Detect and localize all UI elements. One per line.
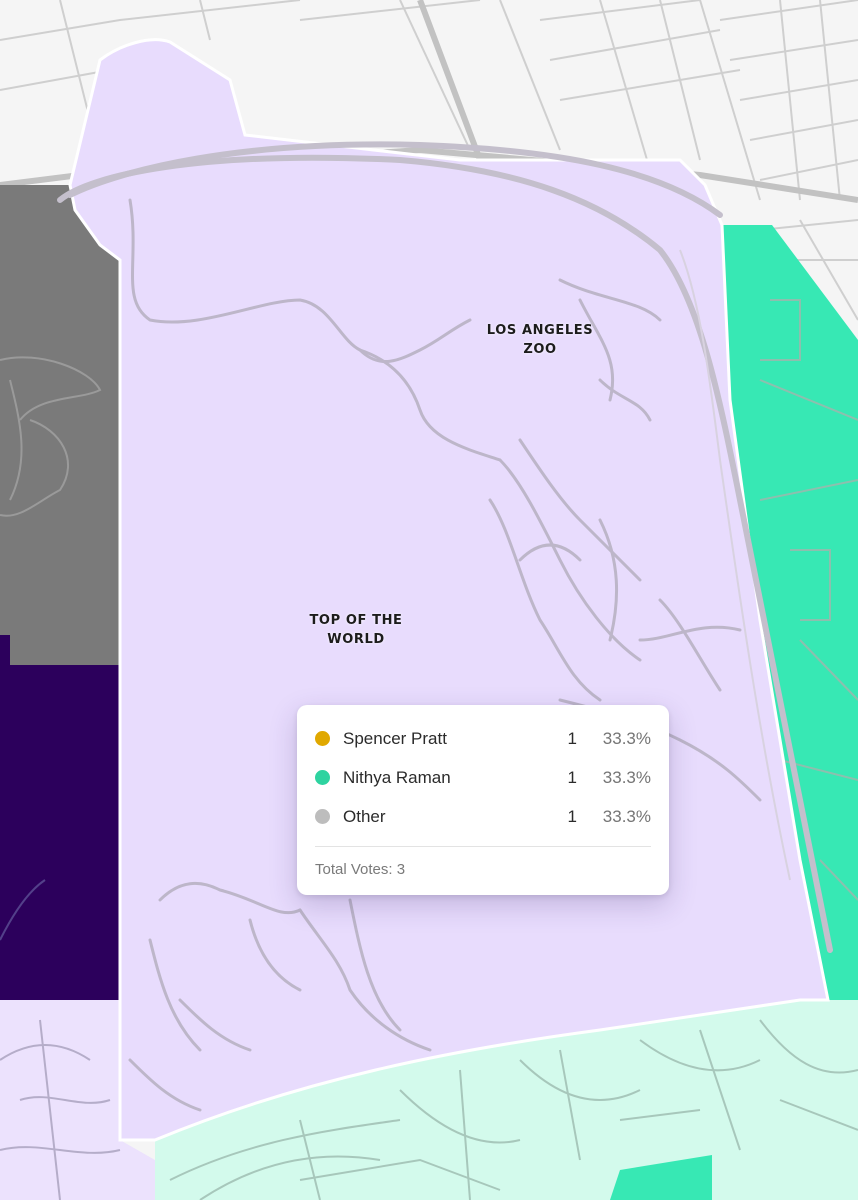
- candidate-color-dot: [315, 731, 330, 746]
- map-label-line: ZOO: [523, 342, 557, 357]
- tooltip-divider: [315, 846, 651, 847]
- precinct-gray[interactable]: [0, 185, 120, 665]
- candidate-votes: 1: [567, 806, 577, 826]
- map-label-line: TOP OF THE: [309, 613, 403, 628]
- candidate-percent: 33.3%: [602, 767, 651, 787]
- precinct-lavender-main[interactable]: [68, 38, 830, 1142]
- candidate-percent: 33.3%: [602, 728, 651, 748]
- precinct-map[interactable]: [0, 0, 858, 1200]
- candidate-votes: 1: [567, 767, 577, 787]
- candidate-name: Spencer Pratt: [343, 728, 447, 748]
- map-label-line: LOS ANGELES: [486, 323, 594, 338]
- candidate-color-dot: [315, 770, 330, 785]
- total-votes: Total Votes: 3: [315, 861, 406, 878]
- candidate-color-dot: [315, 809, 330, 824]
- candidate-row-spencer-pratt: Spencer Pratt 1 33.3%: [315, 719, 651, 758]
- map-label-line: WORLD: [327, 632, 385, 647]
- candidate-votes: 1: [567, 728, 577, 748]
- map-label-los-angeles-zoo: LOS ANGELES ZOO: [470, 321, 610, 359]
- candidate-row-nithya-raman: Nithya Raman 1 33.3%: [315, 758, 651, 797]
- candidate-name: Nithya Raman: [343, 767, 451, 787]
- candidate-percent: 33.3%: [602, 806, 651, 826]
- precinct-results-tooltip: Spencer Pratt 1 33.3% Nithya Raman 1 33.…: [297, 705, 669, 895]
- map-label-top-of-the-world: TOP OF THE WORLD: [286, 611, 426, 649]
- candidate-row-other: Other 1 33.3%: [315, 797, 651, 836]
- candidate-name: Other: [343, 806, 386, 826]
- precinct-dark-purple[interactable]: [0, 635, 120, 1000]
